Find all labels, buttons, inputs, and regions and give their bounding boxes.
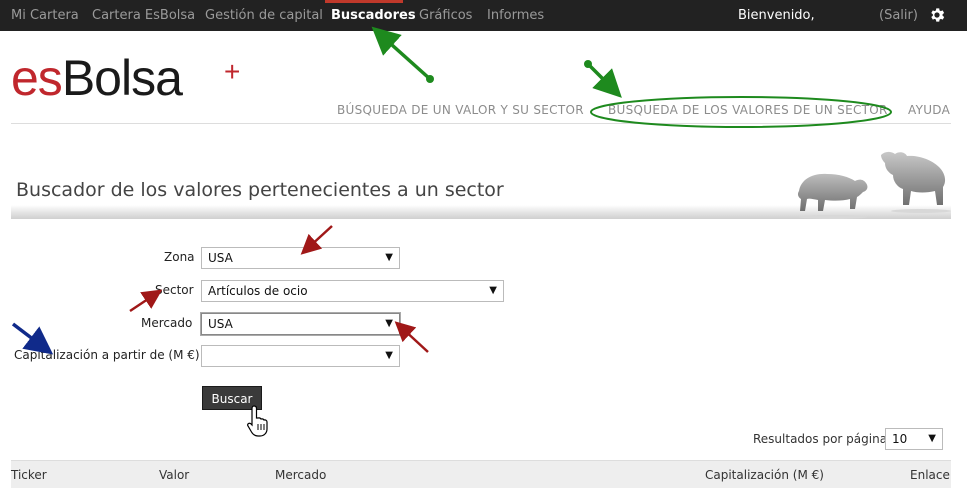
logout-link[interactable]: (Salir) [879, 0, 918, 31]
green-arrow-dot [426, 75, 434, 83]
sector-label: Sector [155, 283, 194, 297]
capitalizacion-select[interactable]: ▼ [201, 345, 400, 367]
divider [11, 123, 951, 124]
green-arrow-sector [586, 62, 622, 98]
capitalizacion-label: Capitalización a partir de (M €) [14, 348, 200, 362]
gear-icon[interactable] [928, 6, 946, 24]
nav-item-buscadores[interactable]: Buscadores [331, 0, 416, 31]
column-header-ticker[interactable]: Ticker [11, 468, 47, 482]
column-header-mercado[interactable]: Mercado [275, 468, 326, 482]
hand-cursor-icon [247, 405, 268, 437]
chevron-down-icon: ▼ [928, 433, 936, 444]
bull-figure-icon [881, 151, 951, 213]
zona-select[interactable]: USA ▼ [201, 247, 400, 269]
logo-es: es [11, 50, 63, 106]
red-arrow-zona [300, 225, 333, 255]
blue-arrow-capitalizacion [11, 322, 54, 355]
chevron-down-icon: ▼ [385, 350, 393, 361]
results-per-page-label: Resultados por página [753, 432, 888, 446]
zona-label: Zona [164, 250, 195, 264]
green-arrow-dot-2 [584, 60, 592, 68]
results-per-page-value: 10 [892, 432, 908, 446]
results-per-page-select[interactable]: 10 ▼ [885, 428, 943, 450]
page-header-banner: Buscador de los valores pertenecientes a… [11, 147, 951, 219]
column-header-valor[interactable]: Valor [159, 468, 189, 482]
welcome-text: Bienvenido, [738, 8, 815, 23]
logo-bolsa: Bolsa [61, 50, 183, 106]
mercado-select-value: USA [208, 317, 233, 331]
red-arrow-sector [129, 289, 163, 313]
nav-item-graficos[interactable]: Gráficos [419, 0, 472, 31]
column-header-capitalizacion[interactable]: Capitalización (M €) [705, 468, 824, 482]
nav-item-cartera-esbolsa[interactable]: Cartera EsBolsa [92, 0, 195, 31]
mercado-select[interactable]: USA ▼ [201, 313, 400, 335]
green-arrow-buscadores [371, 26, 432, 81]
chevron-down-icon: ▼ [489, 285, 497, 296]
sector-select[interactable]: Artículos de ocio ▼ [201, 280, 504, 302]
chevron-down-icon: ▼ [385, 318, 393, 329]
nav-item-gestion-capital[interactable]: Gestión de capital [205, 0, 323, 31]
subnav-busqueda-valor[interactable]: BÚSQUEDA DE UN VALOR Y SU SECTOR [337, 103, 584, 117]
sector-select-value: Artículos de ocio [208, 284, 308, 298]
bear-figure-icon [797, 173, 868, 219]
page-title: Buscador de los valores pertenecientes a… [16, 179, 504, 201]
subnav-ayuda[interactable]: AYUDA [908, 103, 950, 117]
top-nav-bar: Mi Cartera Cartera EsBolsa Gestión de ca… [0, 0, 967, 31]
subnav-busqueda-sector[interactable]: BÚSQUEDA DE LOS VALORES DE UN SECTOR [608, 103, 888, 117]
chevron-down-icon: ▼ [385, 252, 393, 263]
logo-plus: + [224, 56, 240, 87]
results-table-header: Ticker Valor Mercado Capitalización (M €… [11, 460, 951, 488]
mercado-label: Mercado [141, 316, 193, 330]
column-header-enlace[interactable]: Enlace [910, 468, 950, 482]
zona-select-value: USA [208, 251, 233, 265]
red-arrow-mercado [394, 321, 429, 353]
nav-item-mi-cartera[interactable]: Mi Cartera [11, 0, 79, 31]
esbolsa-logo[interactable]: esBolsa + [11, 50, 240, 106]
nav-item-informes[interactable]: Informes [487, 0, 544, 31]
